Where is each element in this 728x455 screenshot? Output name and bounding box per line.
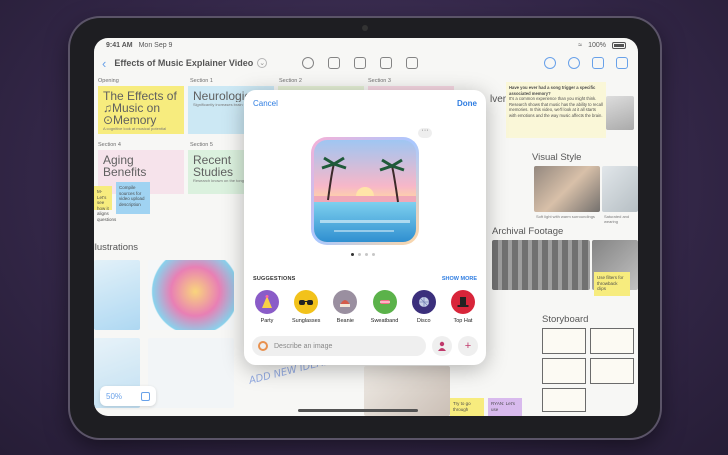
suggestion-top-hat[interactable]: Top Hat: [444, 290, 482, 324]
page-dot[interactable]: [365, 253, 368, 256]
suggestion-label: Top Hat: [453, 318, 473, 324]
suggestions-title: SUGGESTIONS: [253, 276, 296, 282]
done-button[interactable]: Done: [457, 99, 477, 108]
suggestion-party[interactable]: Party: [248, 290, 286, 324]
top-hat-icon: [450, 290, 475, 314]
suggestion-sunglasses[interactable]: Sunglasses: [287, 290, 325, 324]
party-hat-icon: [255, 290, 279, 314]
generated-image-preview[interactable]: [311, 137, 419, 245]
cancel-button[interactable]: Cancel: [253, 99, 278, 108]
tropical-pool-image: [314, 140, 416, 242]
suggestion-beanie[interactable]: Beanie: [326, 290, 364, 324]
suggestion-label: Party: [260, 318, 274, 324]
person-icon[interactable]: [432, 336, 452, 356]
page-dot[interactable]: [351, 253, 354, 256]
suggestions-row: Party Sunglasses Beanie Sweatband Disco …: [248, 290, 482, 324]
describe-image-input[interactable]: Describe an image: [252, 336, 426, 356]
input-placeholder: Describe an image: [274, 342, 333, 350]
page-dots[interactable]: [351, 253, 375, 256]
image-playground-sheet: Cancel Done ··· SUGGESTIONS SHOW MORE Pa…: [244, 90, 486, 365]
image-playground-icon: [258, 341, 268, 351]
more-options-icon[interactable]: ···: [418, 127, 432, 138]
add-icon[interactable]: +: [458, 336, 478, 356]
sweatband-icon: [372, 290, 397, 314]
page-dot[interactable]: [372, 253, 375, 256]
suggestion-label: Sweatband: [370, 318, 399, 324]
suggestion-sweatband[interactable]: Sweatband: [366, 290, 404, 324]
beanie-icon: [333, 290, 358, 314]
suggestion-label: Disco: [416, 318, 431, 324]
ipad-screen: 9:41 AM Mon Sep 9 ≈ 100% ‹ Effects of Mu…: [94, 38, 638, 416]
suggestion-label: Beanie: [336, 318, 354, 324]
page-dot[interactable]: [358, 253, 361, 256]
disco-ball-icon: [411, 290, 436, 314]
suggestion-label: Sunglasses: [291, 318, 321, 324]
prompt-row: Describe an image +: [252, 336, 478, 356]
suggestion-disco[interactable]: Disco: [405, 290, 443, 324]
front-camera: [362, 25, 368, 31]
show-more-button[interactable]: SHOW MORE: [442, 276, 477, 282]
sunglasses-icon: [294, 290, 319, 314]
